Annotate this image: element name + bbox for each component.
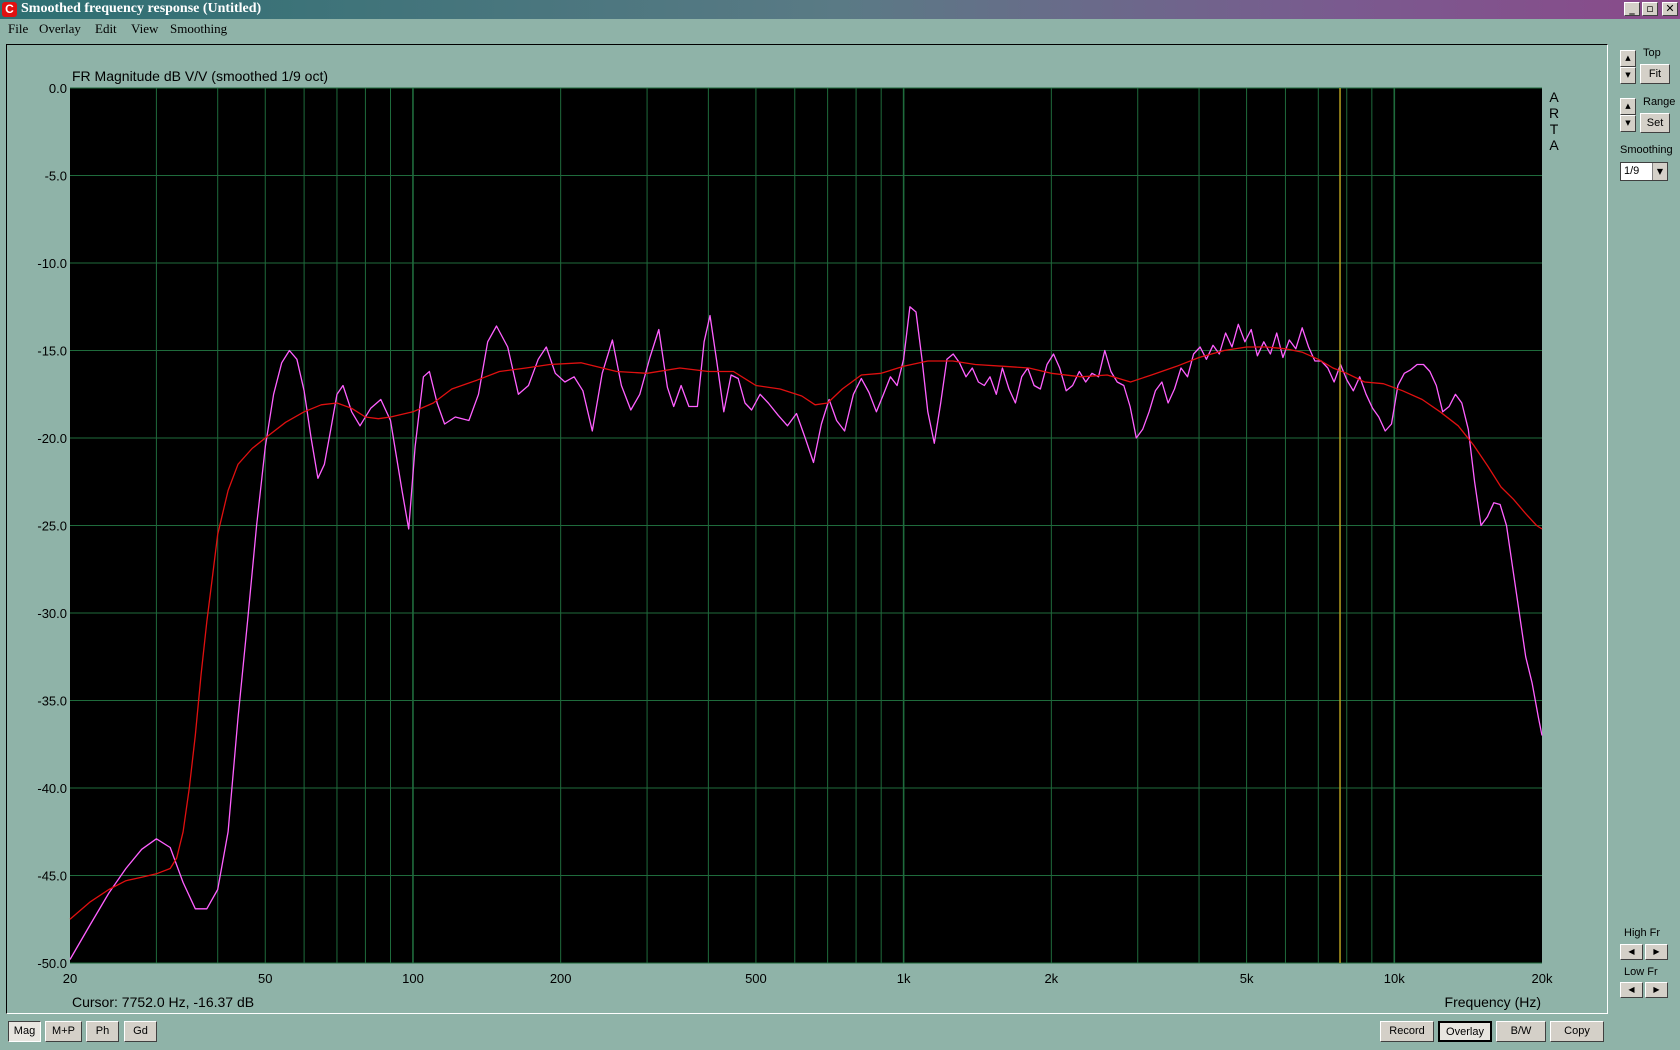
low-fr-left-button[interactable]: ◀ xyxy=(1620,982,1643,998)
overlay-button[interactable]: Overlay xyxy=(1438,1021,1492,1042)
x-tick-label: 2k xyxy=(1044,971,1058,986)
bw-button[interactable]: B/W xyxy=(1496,1021,1546,1042)
y-tick-label: 0.0 xyxy=(49,81,67,96)
x-tick-label: 50 xyxy=(258,971,272,986)
arta-watermark: ARTA xyxy=(1549,89,1559,153)
menu-file[interactable]: File xyxy=(8,21,28,37)
y-tick-labels: 0.0 -5.0 -10.0 -15.0 -20.0 -25.0 -30.0 -35.0 -40… xyxy=(37,81,67,971)
window-title: Smoothed frequency response (Untitled) xyxy=(21,1,262,16)
y-tick-label: -10.0 xyxy=(37,256,67,271)
title-bar: C Smoothed frequency response (Untitled)… xyxy=(0,0,1680,19)
x-tick-labels: 20 50 100 200 500 1k 2k 5k 10k 20k xyxy=(63,971,1553,986)
x-tick-label: 10k xyxy=(1384,971,1405,986)
copy-button[interactable]: Copy xyxy=(1550,1021,1604,1042)
watermark-letter: R xyxy=(1549,105,1559,121)
chevron-down-icon[interactable]: ▼ xyxy=(1652,163,1667,180)
x-tick-label: 5k xyxy=(1240,971,1254,986)
chart-title: FR Magnitude dB V/V (smoothed 1/9 oct) xyxy=(72,68,328,84)
y-tick-label: -40.0 xyxy=(37,781,67,796)
y-tick-label: -50.0 xyxy=(37,956,67,971)
low-fr-right-button[interactable]: ▶ xyxy=(1645,982,1668,998)
x-axis-label: Frequency (Hz) xyxy=(1445,994,1541,1010)
x-tick-label: 1k xyxy=(897,971,911,986)
menu-edit[interactable]: Edit xyxy=(95,21,117,37)
y-tick-label: -35.0 xyxy=(37,694,67,709)
menu-view[interactable]: View xyxy=(131,21,158,37)
record-button[interactable]: Record xyxy=(1380,1021,1434,1042)
top-up-spin[interactable]: ▲ xyxy=(1620,50,1636,67)
y-tick-label: -5.0 xyxy=(45,169,67,184)
y-tick-label: -30.0 xyxy=(37,606,67,621)
x-tick-label: 500 xyxy=(745,971,767,986)
smoothing-value: 1/9 xyxy=(1624,165,1640,177)
close-button[interactable]: ✕ xyxy=(1662,2,1678,16)
menu-bar: File Overlay Edit View Smoothing xyxy=(0,19,1680,41)
y-tick-label: -15.0 xyxy=(37,344,67,359)
y-tick-label: -25.0 xyxy=(37,519,67,534)
mag-button[interactable]: Mag xyxy=(8,1021,41,1042)
minimize-button[interactable]: _ xyxy=(1624,2,1640,16)
y-tick-label: -45.0 xyxy=(37,869,67,884)
x-tick-label: 20k xyxy=(1532,971,1553,986)
x-tick-label: 20 xyxy=(63,971,77,986)
set-button[interactable]: Set xyxy=(1640,113,1670,133)
x-tick-label: 200 xyxy=(550,971,572,986)
phase-button[interactable]: Ph xyxy=(86,1021,119,1042)
frequency-response-chart[interactable]: FR Magnitude dB V/V (smoothed 1/9 oct) 0… xyxy=(0,60,1610,1040)
smoothing-label: Smoothing xyxy=(1620,144,1673,156)
y-tick-label: -20.0 xyxy=(37,431,67,446)
low-fr-label: Low Fr xyxy=(1624,966,1658,978)
range-down-spin[interactable]: ▼ xyxy=(1620,115,1636,132)
watermark-letter: A xyxy=(1549,137,1559,153)
top-down-spin[interactable]: ▼ xyxy=(1620,67,1636,84)
group-delay-button[interactable]: Gd xyxy=(124,1021,157,1042)
menu-smoothing[interactable]: Smoothing xyxy=(170,21,227,37)
mag-phase-button[interactable]: M+P xyxy=(45,1021,82,1042)
top-label: Top xyxy=(1643,47,1661,59)
cursor-readout: Cursor: 7752.0 Hz, -16.37 dB xyxy=(72,994,254,1010)
menu-overlay[interactable]: Overlay xyxy=(39,21,81,37)
fit-button[interactable]: Fit xyxy=(1640,64,1670,84)
maximize-button[interactable]: ▫ xyxy=(1642,2,1658,16)
high-fr-left-button[interactable]: ◀ xyxy=(1620,944,1643,960)
arta-app-icon[interactable]: C xyxy=(2,2,17,17)
x-tick-label: 100 xyxy=(402,971,424,986)
watermark-letter: A xyxy=(1549,89,1559,105)
high-fr-label: High Fr xyxy=(1624,927,1661,939)
range-up-spin[interactable]: ▲ xyxy=(1620,98,1636,115)
smoothing-select[interactable]: 1/9 ▼ xyxy=(1620,162,1668,181)
range-label: Range xyxy=(1643,96,1676,108)
high-fr-right-button[interactable]: ▶ xyxy=(1645,944,1668,960)
watermark-letter: T xyxy=(1550,121,1559,137)
